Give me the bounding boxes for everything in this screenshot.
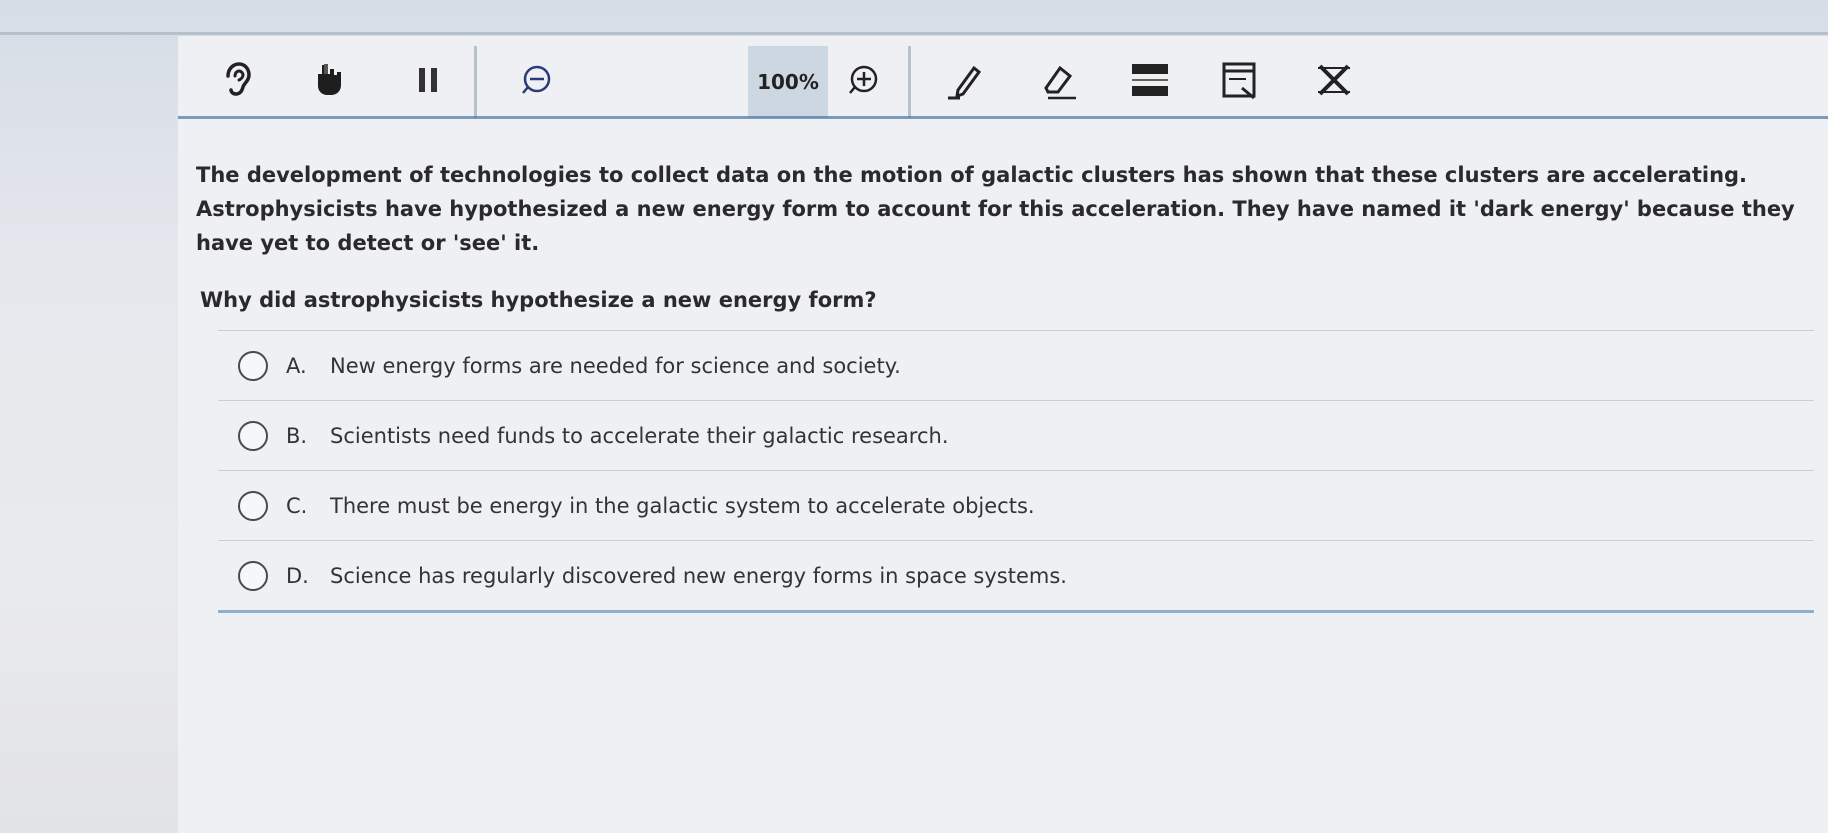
toolbar-divider [178,116,1828,119]
highlighter-icon[interactable] [938,52,994,108]
answer-eliminator-icon[interactable] [1306,52,1362,108]
pause-icon[interactable] [400,52,456,108]
eraser-icon[interactable] [1030,52,1086,108]
choice-letter: C. [286,493,308,518]
zoom-out-icon[interactable] [508,52,564,108]
choice-letter: D. [286,563,309,588]
choice-text: New energy forms are needed for science … [330,353,901,378]
choice-letter: B. [286,423,308,448]
line-reader-icon[interactable] [1122,52,1178,108]
zoom-in-icon[interactable] [836,52,892,108]
choice-text: Science has regularly discovered new ene… [330,563,1067,588]
choice-b[interactable]: B. Scientists need funds to accelerate t… [218,401,1814,471]
answer-choices: A. New energy forms are needed for scien… [218,330,1814,613]
choice-d[interactable]: D. Science has regularly discovered new … [218,541,1814,613]
choice-c[interactable]: C. There must be energy in the galactic … [218,471,1814,541]
toolbar-separator [908,46,911,118]
choice-a[interactable]: A. New energy forms are needed for scien… [218,331,1814,401]
passage-text: The development of technologies to colle… [196,163,1795,255]
radio-button[interactable] [238,560,268,591]
choice-text: Scientists need funds to accelerate thei… [330,423,949,448]
choice-letter: A. [286,353,307,378]
choice-text: There must be energy in the galactic sys… [330,493,1035,518]
radio-button[interactable] [238,490,268,521]
zoom-level: 100% [748,46,828,118]
window-top-rule [0,32,1828,35]
toolbar: 100% [178,38,1828,118]
notepad-icon[interactable] [1214,52,1270,108]
radio-button[interactable] [238,350,268,381]
radio-button[interactable] [238,420,268,451]
toolbar-separator [474,46,477,118]
ear-icon[interactable] [208,52,264,108]
question-stem: Why did astrophysicists hypothesize a ne… [200,288,877,312]
hand-pointer-icon[interactable] [300,52,356,108]
